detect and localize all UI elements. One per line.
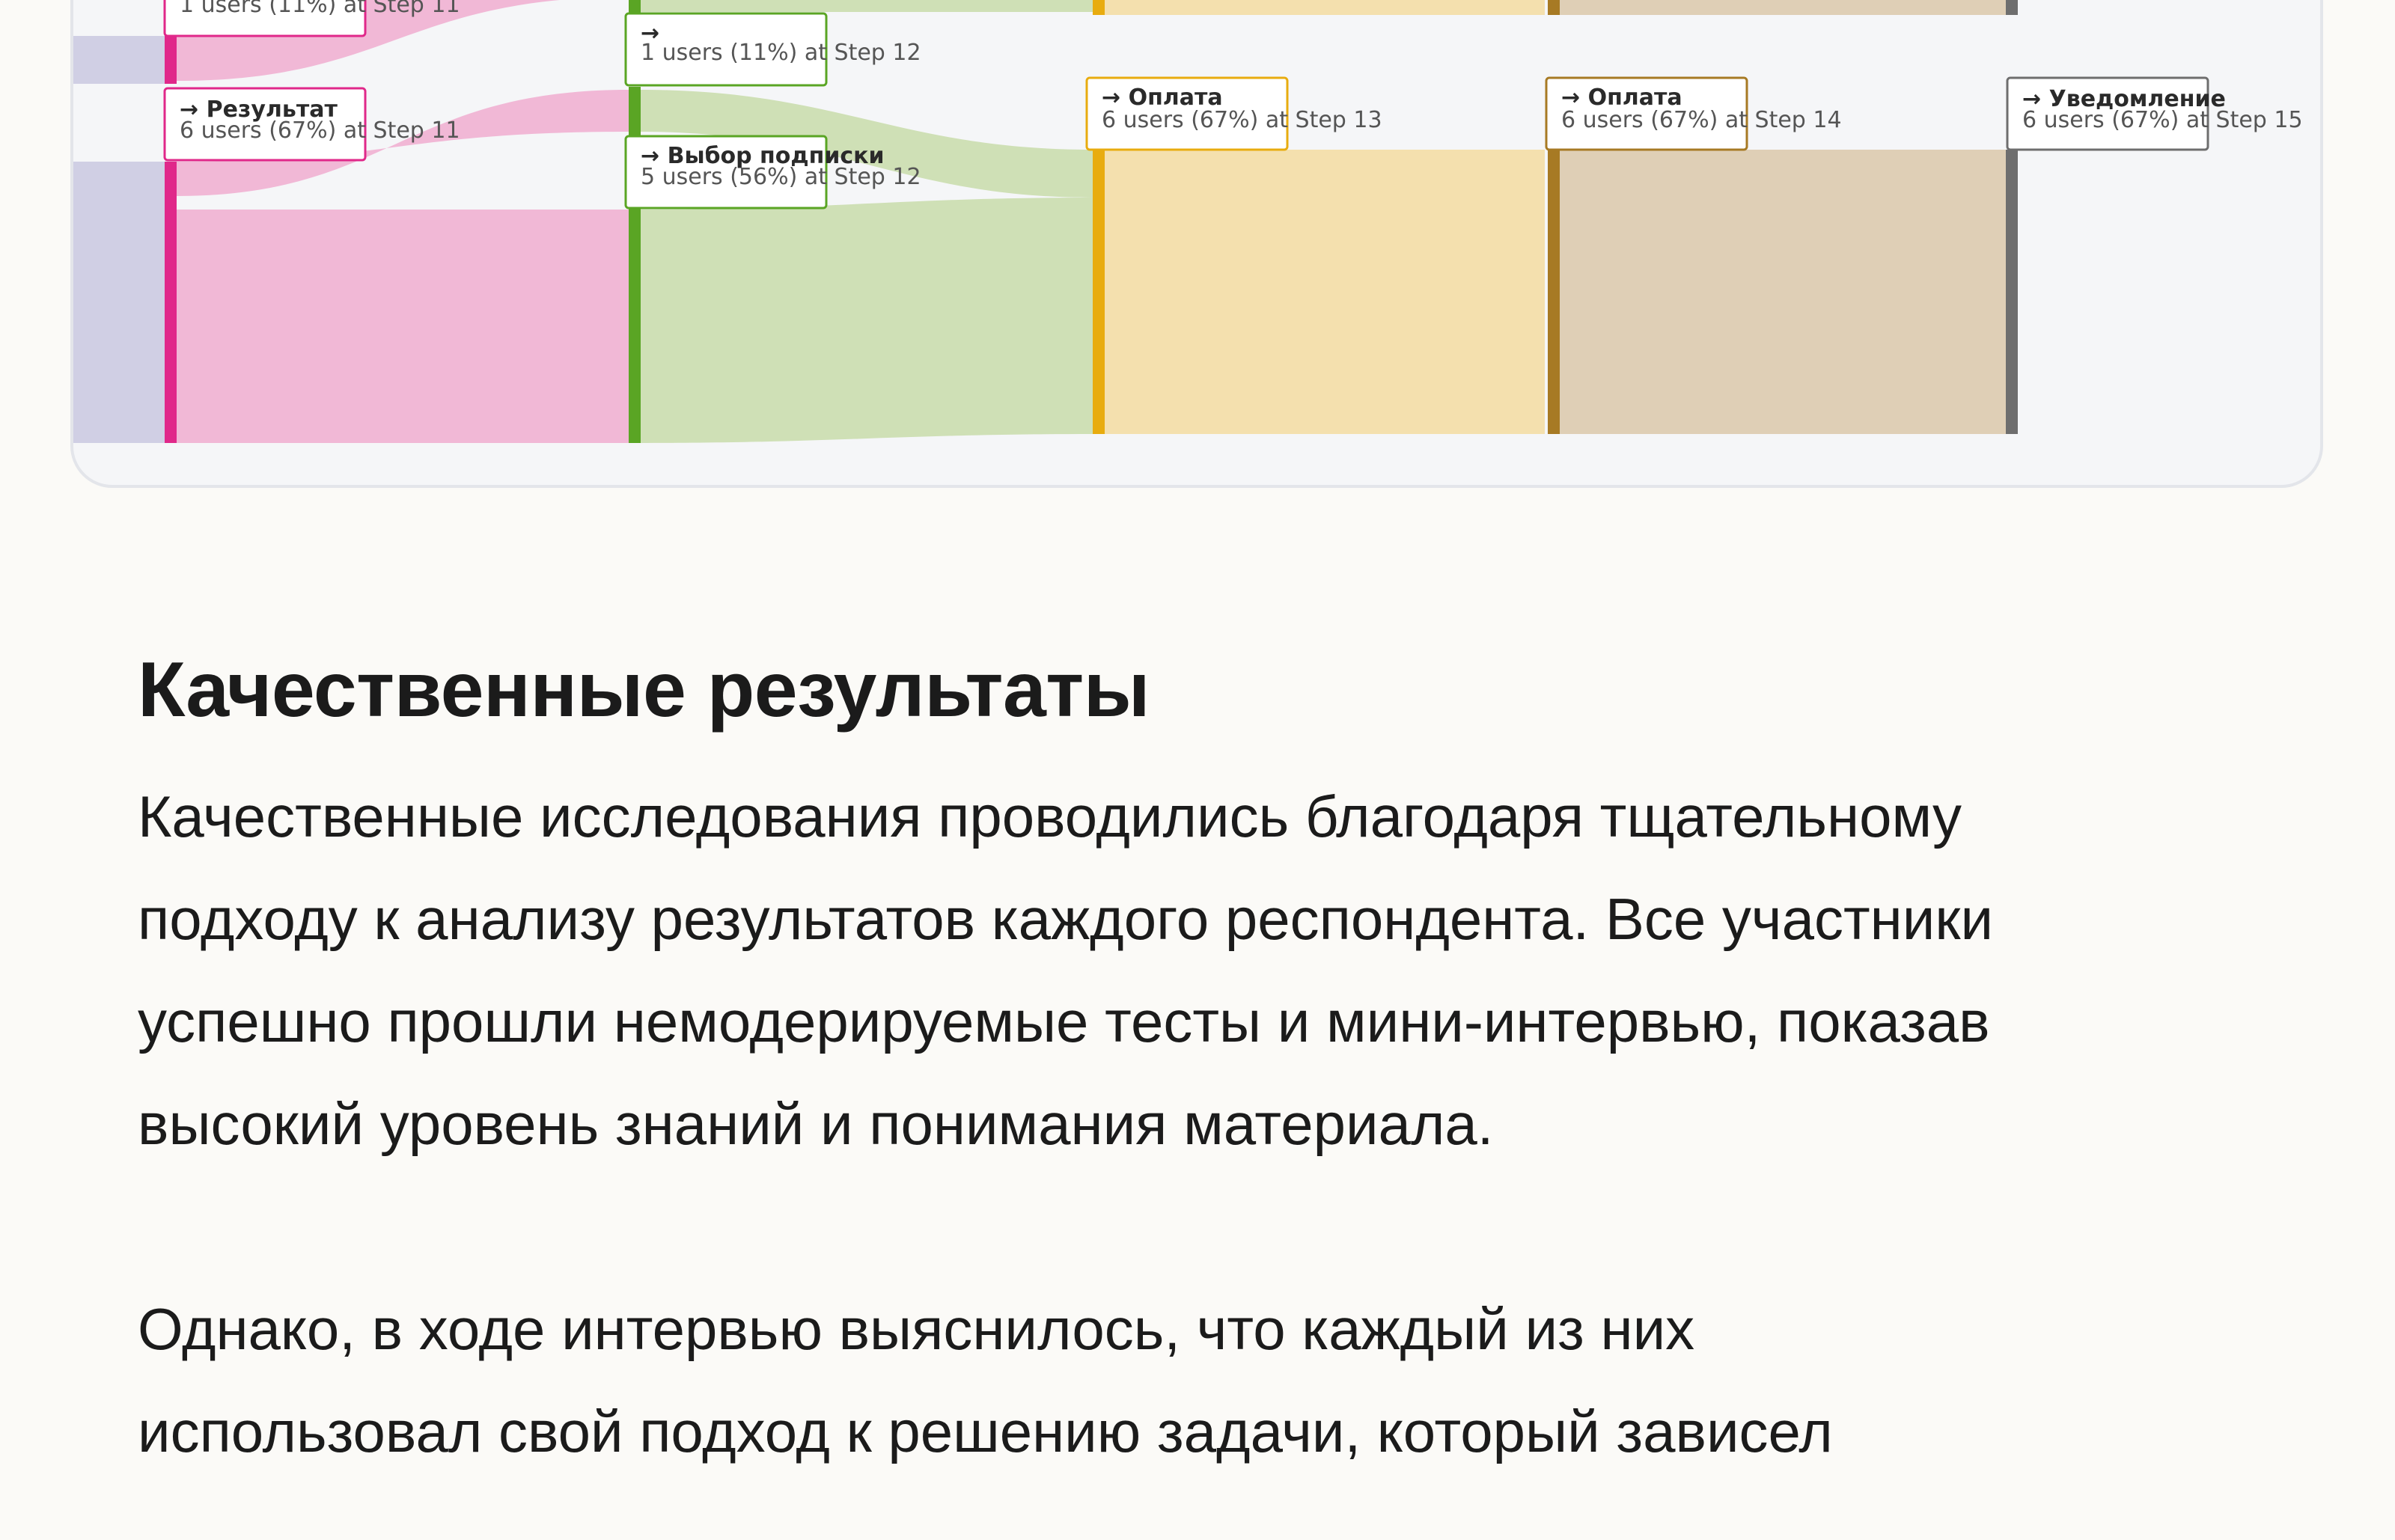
node-bar-step13-main [1093, 150, 1105, 434]
node-label-step14-payment[interactable]: → Оплата 6 users (67%) at Step 14 [1545, 76, 1842, 151]
node-label-step12-subscription[interactable]: → Выбор подписки 5 users (56%) at Step 1… [624, 135, 921, 210]
paragraph-2: Однако, в ходе интервью выяснилось, что … [138, 1278, 2308, 1483]
paragraph-2-line-2: использовал свой подход к решению задачи… [138, 1398, 1833, 1464]
paragraph-1: Качественные исследования проводились бл… [138, 766, 2308, 1176]
paragraph-1-line-2: подходу к анализу результатов каждого ре… [138, 885, 1994, 952]
node-sub-step15-notification: 6 users (67%) at Step 15 [2022, 107, 2303, 133]
sankey-chart: 1 users (11%) at Step 11 → Результат 6 u… [73, 0, 2303, 443]
node-bar-step13-top [1093, 0, 1105, 15]
section-heading: Качественные результаты [138, 647, 1150, 733]
node-bar-step14-main [1548, 150, 1560, 434]
node-bar-step14-top [1548, 0, 1560, 15]
paragraph-1-line-3: успешно прошли немодерируемые тесты и ми… [138, 988, 1990, 1054]
node-bar-step15-main [2006, 150, 2018, 434]
flow-step12-main [641, 198, 1093, 443]
flow-step10-top [73, 36, 165, 84]
flow-step11-main [177, 210, 629, 443]
node-label-step13-payment[interactable]: → Оплата 6 users (67%) at Step 13 [1085, 76, 1382, 151]
paragraph-1-line-4: высокий уровень знаний и понимания матер… [138, 1090, 1494, 1157]
flow-step10-main [73, 162, 165, 443]
flow-step13-top [1105, 0, 1545, 15]
paragraph-2-line-1: Однако, в ходе интервью выяснилось, что … [138, 1295, 1695, 1362]
node-sub-step11-result: 6 users (67%) at Step 11 [180, 117, 460, 144]
node-bar-step15-top [2006, 0, 2018, 15]
flow-step13-main [1105, 150, 1545, 434]
flow-step14-top [1560, 0, 2006, 15]
node-label-step11-result[interactable]: → Результат 6 users (67%) at Step 11 [163, 87, 460, 162]
node-sub-step14-payment: 6 users (67%) at Step 14 [1561, 107, 1842, 133]
node-sub-step12-1: 1 users (11%) at Step 12 [641, 40, 921, 66]
node-bar-step11-main [165, 162, 177, 443]
node-sub-step11-1: 1 users (11%) at Step 11 [180, 0, 460, 18]
paragraph-1-line-1: Качественные исследования проводились бл… [138, 783, 1962, 849]
node-sub-step13-payment: 6 users (67%) at Step 13 [1102, 107, 1382, 133]
page: 1 users (11%) at Step 11 → Результат 6 u… [0, 0, 2395, 1540]
sankey-flows [73, 0, 2006, 443]
flow-step14-main [1560, 150, 2006, 434]
flow-step12-top [641, 0, 1093, 12]
sankey-chart-card: 1 users (11%) at Step 11 → Результат 6 u… [70, 0, 2323, 488]
node-sub-step12-subscription: 5 users (56%) at Step 12 [641, 164, 921, 190]
article-section: Качественные результаты Качественные исс… [138, 644, 2308, 1483]
node-label-step15-notification[interactable]: → Уведомление 6 users (67%) at Step 15 [2006, 76, 2303, 151]
node-label-step12-1[interactable]: → 1 users (11%) at Step 12 [624, 12, 921, 87]
